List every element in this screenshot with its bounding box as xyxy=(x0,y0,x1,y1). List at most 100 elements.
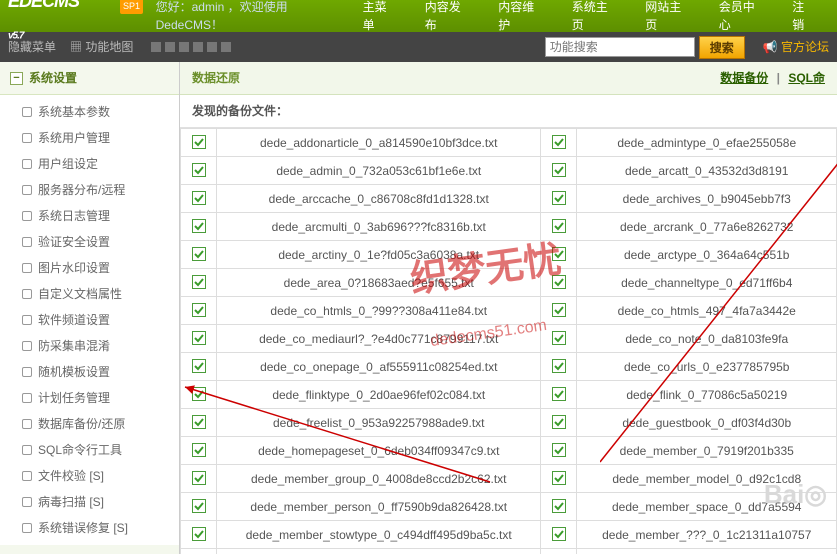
bullet-icon xyxy=(22,159,32,169)
table-row: dede_co_onepage_0_af555911c08254ed.txt de… xyxy=(181,353,837,381)
checkbox[interactable] xyxy=(552,443,566,457)
checkbox[interactable] xyxy=(192,443,206,457)
link-backup[interactable]: 数据备份 xyxy=(720,71,768,85)
sidebar-item[interactable]: 防采集串混淆 xyxy=(0,333,179,359)
file-name: dede_co_htmls_497_4fa7a3442e xyxy=(577,297,837,325)
sidebar-cat-payment[interactable]: − 支付工具 xyxy=(0,545,179,554)
checkbox[interactable] xyxy=(192,499,206,513)
sidebar-item[interactable]: 自定义文档属性 xyxy=(0,281,179,307)
checkbox[interactable] xyxy=(552,527,566,541)
topnav-item[interactable]: 内容发布 xyxy=(411,0,485,42)
checkbox[interactable] xyxy=(552,219,566,233)
sidebar-item[interactable]: 系统基本参数 xyxy=(0,99,179,125)
file-name: dede_flink_0_77086c5a50219 xyxy=(577,381,837,409)
checkbox[interactable] xyxy=(192,527,206,541)
panel-header: 数据还原 数据备份 | SQL命 xyxy=(180,62,837,95)
sidebar-cat-system[interactable]: − 系统设置 xyxy=(0,62,179,95)
table-row: dede_arccache_0_c86708c8fd1d1328.txtdede… xyxy=(181,185,837,213)
file-name: dede_admintype_0_efae255058e xyxy=(577,129,837,157)
checkbox[interactable] xyxy=(192,191,206,205)
file-name: dede_co_urls_0_e237785795b xyxy=(577,353,837,381)
checkbox[interactable] xyxy=(552,247,566,261)
topnav-item[interactable]: 会员中心 xyxy=(705,0,779,42)
file-name: dede_arctiny_0_1e?fd05c3a6038a.txt xyxy=(217,241,541,269)
file-name: dede_homepageset_0_6deb034ff09347c9.txt xyxy=(217,437,541,465)
bullet-icon xyxy=(22,445,32,455)
checkbox[interactable] xyxy=(552,135,566,149)
checkbox[interactable] xyxy=(552,303,566,317)
checkbox[interactable] xyxy=(192,471,206,485)
sidebar-item[interactable]: 随机模板设置 xyxy=(0,359,179,385)
checkbox[interactable] xyxy=(552,331,566,345)
sidebar-item-label: 自定义文档属性 xyxy=(38,285,122,303)
sidebar-item[interactable]: 验证安全设置 xyxy=(0,229,179,255)
sidebar-item[interactable]: 文件校验 [S] xyxy=(0,463,179,489)
sidebar-item-label: 随机模板设置 xyxy=(38,363,110,381)
sidebar-item-label: 防采集串混淆 xyxy=(38,337,110,355)
table-row: dede_admin_0_732a053c61bf1e6e.txtdede_ar… xyxy=(181,157,837,185)
checkbox[interactable] xyxy=(192,303,206,317)
sidebar-item[interactable]: 图片水印设置 xyxy=(0,255,179,281)
link-sql[interactable]: SQL命 xyxy=(788,71,825,85)
bullet-icon xyxy=(22,211,32,221)
checkbox[interactable] xyxy=(552,499,566,513)
sidebar-item-label: 图片水印设置 xyxy=(38,259,110,277)
table-row: dede_member_person_0_ff7590b9da826428.tx… xyxy=(181,493,837,521)
found-files-label: 发现的备份文件： xyxy=(180,95,837,128)
checkbox[interactable] xyxy=(192,135,206,149)
sidebar-item[interactable]: 数据库备份/还原 xyxy=(0,411,179,437)
sidebar-item-label: 系统日志管理 xyxy=(38,207,110,225)
sidebar-item[interactable]: 软件频道设置 xyxy=(0,307,179,333)
table-row: dede_area_0?18683aed?e5f655.txtdede_chan… xyxy=(181,269,837,297)
topnav-item[interactable]: 注销 xyxy=(778,0,829,42)
sidebar-item[interactable]: 系统错误修复 [S] xyxy=(0,515,179,541)
checkbox[interactable] xyxy=(552,275,566,289)
sidebar-item[interactable]: 计划任务管理 xyxy=(0,385,179,411)
checkbox[interactable] xyxy=(192,331,206,345)
topnav-item[interactable]: 主菜单 xyxy=(349,0,411,42)
topnav-item[interactable]: 系统主页 xyxy=(558,0,632,42)
checkbox[interactable] xyxy=(552,415,566,429)
bullet-icon xyxy=(22,471,32,481)
checkbox[interactable] xyxy=(552,387,566,401)
checkbox[interactable] xyxy=(192,247,206,261)
file-name: dede_co_note_0_da8103fe9fa xyxy=(577,325,837,353)
file-name: dede_co_htmls_0_?99??308a411e84.txt xyxy=(217,297,541,325)
file-name: dede_guestbook_0_df03f4d30b xyxy=(577,409,837,437)
file-name: dede_addonarticle_0_a814590e10bf3dce.txt xyxy=(217,129,541,157)
sidebar-item[interactable]: 系统用户管理 xyxy=(0,125,179,151)
sidebar-item[interactable]: 用户组设定 xyxy=(0,151,179,177)
table-row: dede_arctiny_0_1e?fd05c3a6038a.txtdede_a… xyxy=(181,241,837,269)
sidebar-item[interactable]: 病毒扫描 [S] xyxy=(0,489,179,515)
topnav-item[interactable]: 内容维护 xyxy=(484,0,558,42)
table-row: dede_homepageset_0_6deb034ff09347c9.txtd… xyxy=(181,437,837,465)
table-row: dede_co_htmls_0_?99??308a411e84.txt dede_… xyxy=(181,297,837,325)
file-name: dede_co_onepage_0_af555911c08254ed.txt xyxy=(217,353,541,381)
sidebar-item-label: 用户组设定 xyxy=(38,155,98,173)
bullet-icon xyxy=(22,185,32,195)
bullet-icon xyxy=(22,393,32,403)
checkbox[interactable] xyxy=(192,359,206,373)
topnav-item[interactable]: 网站主页 xyxy=(631,0,705,42)
checkbox[interactable] xyxy=(192,275,206,289)
checkbox[interactable] xyxy=(552,163,566,177)
sidebar-item[interactable]: 系统日志管理 xyxy=(0,203,179,229)
file-name: dede_member_stowtype_0_c494dff495d9ba5c.… xyxy=(217,521,541,549)
sidebar-item-label: 病毒扫描 [S] xyxy=(38,493,104,511)
checkbox[interactable] xyxy=(192,163,206,177)
checkbox[interactable] xyxy=(192,387,206,401)
file-name: dede_member_space_0_dd7a5594 xyxy=(577,493,837,521)
welcome-text: 您好：admin ，欢迎使用DedeCMS！ xyxy=(156,0,349,34)
sidebar-item[interactable]: 服务器分布/远程 xyxy=(0,177,179,203)
collapse-icon: − xyxy=(10,72,23,85)
file-name: dede_member_type_0_a56fb06fd84b1ef4.txt xyxy=(217,549,541,554)
checkbox[interactable] xyxy=(552,191,566,205)
checkbox[interactable] xyxy=(192,219,206,233)
top-nav: 主菜单内容发布内容维护系统主页网站主页会员中心注销 xyxy=(349,0,829,42)
checkbox[interactable] xyxy=(552,471,566,485)
bullet-icon xyxy=(22,523,32,533)
checkbox[interactable] xyxy=(552,359,566,373)
checkbox[interactable] xyxy=(192,415,206,429)
table-row: dede_member_type_0_a56fb06fd84b1ef4.txtd… xyxy=(181,549,837,554)
sidebar-item[interactable]: SQL命令行工具 xyxy=(0,437,179,463)
